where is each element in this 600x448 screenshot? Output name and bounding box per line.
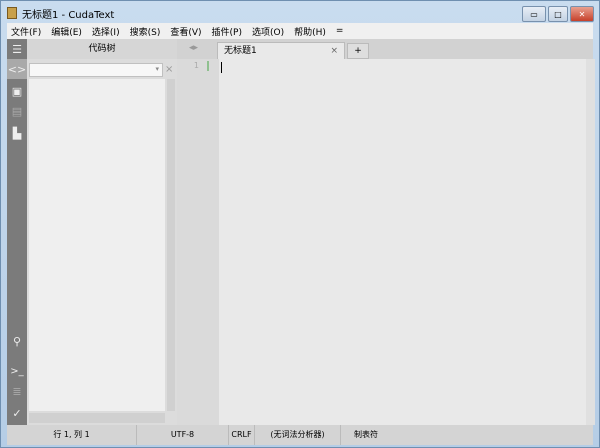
- tab-untitled-1[interactable]: 无标题1 ×: [217, 42, 345, 59]
- add-tab-button[interactable]: +: [347, 43, 369, 59]
- title-bar: 无标题1 - CudaText: [7, 5, 593, 21]
- menu-search[interactable]: 搜索(S): [130, 25, 161, 38]
- app-icon: [7, 7, 17, 19]
- code-tree[interactable]: [29, 79, 165, 411]
- tab-label: 无标题1: [224, 46, 257, 56]
- minimize-button[interactable]: ▭: [522, 6, 546, 22]
- window-title: 无标题1 - CudaText: [22, 9, 115, 21]
- menu-extra[interactable]: =: [336, 26, 344, 36]
- search-icon[interactable]: ⚲: [7, 331, 27, 351]
- menu-file[interactable]: 文件(F): [11, 25, 41, 38]
- snippets-icon[interactable]: ▙: [7, 123, 27, 143]
- panel-close-icon[interactable]: ×: [165, 64, 173, 75]
- output-icon[interactable]: ≣: [7, 381, 27, 401]
- tabs-list-icon[interactable]: ▤: [7, 101, 27, 121]
- menu-help[interactable]: 帮助(H): [294, 25, 326, 38]
- close-button[interactable]: ✕: [570, 6, 594, 22]
- status-line-ending[interactable]: CRLF: [229, 425, 255, 445]
- menu-select[interactable]: 选择(I): [92, 25, 120, 38]
- project-icon[interactable]: ▣: [7, 81, 27, 101]
- status-position[interactable]: 行 1, 列 1: [7, 425, 137, 445]
- tab-nav-arrows-icon[interactable]: ◂▸: [189, 43, 198, 53]
- tab-close-icon[interactable]: ×: [330, 43, 338, 59]
- menu-view[interactable]: 查看(V): [170, 25, 201, 38]
- line-state-marker: [207, 61, 209, 71]
- app-window: 无标题1 - CudaText ▭ □ ✕ 文件(F) 编辑(E) 选择(I) …: [0, 0, 600, 448]
- chevron-down-icon[interactable]: ▾: [155, 65, 159, 73]
- maximize-button[interactable]: □: [548, 6, 568, 22]
- editor-area[interactable]: [219, 59, 586, 425]
- editor-vertical-scrollbar[interactable]: [586, 59, 595, 425]
- menu-edit[interactable]: 编辑(E): [51, 25, 82, 38]
- menu-plugins[interactable]: 插件(P): [212, 25, 242, 38]
- code-tree-panel: 代码树 ▾ ×: [27, 39, 177, 425]
- client-area: ☰ <> ▣ ▤ ▙ ⚲ >_ ≣ ✓ 代码树 ▾ × ◂▸ 无标题1 × + …: [7, 39, 595, 445]
- status-encoding[interactable]: UTF-8: [137, 425, 229, 445]
- line-number: 1: [193, 61, 199, 70]
- menu-icon[interactable]: ☰: [7, 39, 27, 59]
- status-tabs[interactable]: 制表符: [341, 425, 391, 445]
- status-lexer[interactable]: (无词法分析器): [255, 425, 341, 445]
- validate-icon[interactable]: ✓: [7, 403, 27, 423]
- tab-bar: ◂▸ 无标题1 × +: [177, 39, 593, 59]
- sidebar: ☰ <> ▣ ▤ ▙ ⚲ >_ ≣ ✓: [7, 39, 27, 425]
- line-gutter: 1: [177, 59, 219, 425]
- tree-horizontal-scrollbar[interactable]: [29, 413, 165, 423]
- console-icon[interactable]: >_: [7, 361, 27, 381]
- text-caret: [221, 62, 222, 73]
- menu-options[interactable]: 选项(O): [252, 25, 284, 38]
- code-tree-filter-combo[interactable]: ▾: [29, 63, 163, 77]
- status-bar: 行 1, 列 1 UTF-8 CRLF (无词法分析器) 制表符: [7, 425, 593, 445]
- tree-vertical-scrollbar[interactable]: [167, 79, 175, 411]
- panel-title: 代码树: [27, 39, 177, 59]
- menu-bar: 文件(F) 编辑(E) 选择(I) 搜索(S) 查看(V) 插件(P) 选项(O…: [7, 23, 593, 39]
- code-tree-icon[interactable]: <>: [7, 59, 27, 79]
